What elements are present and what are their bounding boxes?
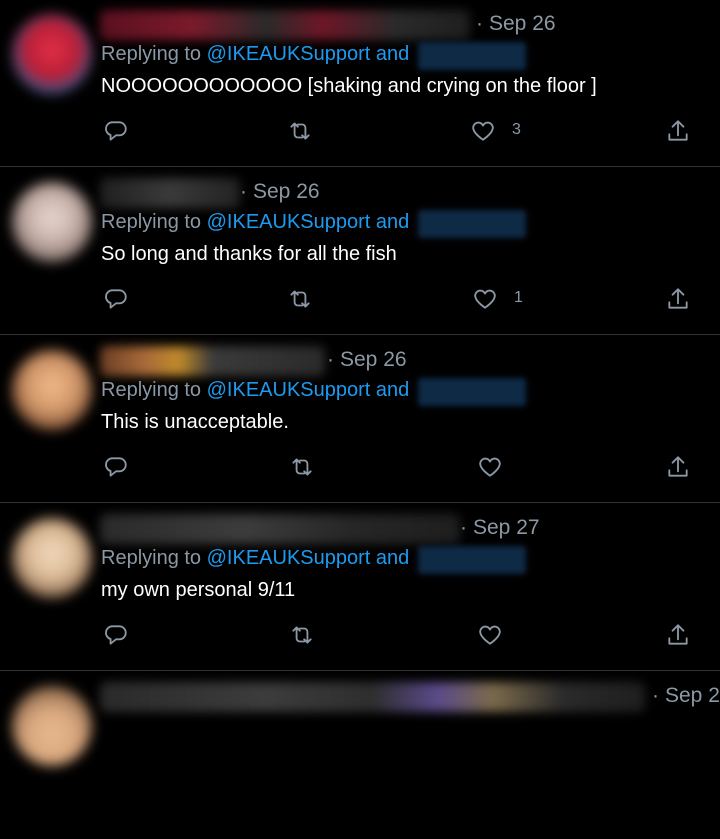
like-count: 1 bbox=[514, 289, 523, 306]
share-button[interactable] bbox=[665, 622, 691, 648]
reply-button[interactable] bbox=[103, 622, 129, 648]
tweet-text: So long and thanks for all the fish bbox=[101, 243, 397, 265]
tweet-text: This is unacceptable. bbox=[101, 411, 289, 433]
mention-link[interactable]: @IKEAUKSupport and bbox=[207, 211, 410, 233]
blurred-username bbox=[100, 10, 470, 40]
blurred-mention bbox=[418, 546, 526, 574]
divider bbox=[0, 334, 720, 335]
retweet-button[interactable] bbox=[287, 118, 313, 144]
tweet-date-text: Sep 27 bbox=[665, 684, 720, 707]
blurred-username bbox=[100, 682, 645, 712]
mention-link[interactable]: @IKEAUKSupport and bbox=[207, 43, 410, 65]
mention-link[interactable]: @IKEAUKSupport and bbox=[207, 379, 410, 401]
heart-icon bbox=[479, 457, 501, 477]
heart-icon bbox=[472, 121, 494, 141]
share-icon bbox=[668, 624, 688, 645]
retweet-icon bbox=[290, 290, 310, 308]
heart-icon bbox=[474, 289, 496, 309]
retweet-button[interactable] bbox=[287, 286, 313, 312]
retweet-button[interactable] bbox=[289, 622, 315, 648]
share-button[interactable] bbox=[665, 454, 691, 480]
retweet-icon bbox=[292, 626, 312, 644]
share-icon bbox=[668, 456, 688, 477]
heart-icon bbox=[479, 625, 501, 645]
like-button[interactable] bbox=[470, 118, 496, 144]
avatar[interactable] bbox=[12, 518, 92, 598]
like-button[interactable] bbox=[477, 622, 503, 648]
replying-prefix: Replying to bbox=[101, 379, 202, 401]
blurred-mention bbox=[418, 378, 526, 406]
tweet-date[interactable]: · Sep 26 bbox=[327, 348, 407, 372]
like-button[interactable] bbox=[477, 454, 503, 480]
share-icon bbox=[668, 288, 688, 309]
blurred-username bbox=[100, 346, 325, 376]
reply-button[interactable] bbox=[103, 286, 129, 312]
share-button[interactable] bbox=[665, 118, 691, 144]
tweet-date[interactable]: ·Sep 27 bbox=[460, 516, 540, 540]
tweet-date-text: Sep 26 bbox=[340, 348, 407, 371]
reply-icon bbox=[105, 121, 127, 141]
reply-icon bbox=[105, 457, 127, 477]
replying-prefix: Replying to bbox=[101, 547, 202, 569]
tweet-date-text: Sep 26 bbox=[253, 180, 320, 203]
retweet-icon bbox=[292, 458, 312, 476]
avatar[interactable] bbox=[12, 350, 92, 430]
blurred-username bbox=[100, 178, 240, 208]
blurred-mention bbox=[418, 210, 526, 238]
blurred-mention bbox=[418, 42, 526, 70]
divider bbox=[0, 166, 720, 167]
replying-to-line: Replying to @IKEAUKSupport and bbox=[101, 547, 409, 570]
divider bbox=[0, 502, 720, 503]
tweet[interactable]: · Sep 26 Replying to @IKEAUKSupport and S… bbox=[0, 168, 720, 335]
tweet-date[interactable]: · Sep 26 bbox=[476, 12, 556, 36]
tweet[interactable]: ·Sep 27 bbox=[0, 672, 720, 839]
replying-to-line: Replying to @IKEAUKSupport and bbox=[101, 379, 409, 402]
like-count: 3 bbox=[512, 121, 521, 138]
share-icon bbox=[668, 120, 688, 141]
reply-button[interactable] bbox=[103, 118, 129, 144]
tweet-date[interactable]: ·Sep 27 bbox=[652, 684, 720, 708]
avatar[interactable] bbox=[12, 182, 92, 262]
replying-to-line: Replying to @IKEAUKSupport and bbox=[101, 211, 409, 234]
tweet-date[interactable]: · Sep 26 bbox=[240, 180, 320, 204]
tweet-text: my own personal 9/11 bbox=[101, 579, 296, 601]
replying-prefix: Replying to bbox=[101, 43, 202, 65]
reply-icon bbox=[105, 625, 127, 645]
share-button[interactable] bbox=[665, 286, 691, 312]
reply-icon bbox=[105, 289, 127, 309]
tweet[interactable]: · Sep 26 Replying to @IKEAUKSupport and T… bbox=[0, 336, 720, 503]
retweet-button[interactable] bbox=[289, 454, 315, 480]
replying-prefix: Replying to bbox=[101, 211, 202, 233]
avatar[interactable] bbox=[12, 14, 92, 94]
retweet-icon bbox=[290, 122, 310, 140]
blurred-username bbox=[100, 514, 460, 544]
avatar[interactable] bbox=[12, 686, 92, 766]
tweet-date-text: Sep 27 bbox=[473, 516, 540, 539]
reply-button[interactable] bbox=[103, 454, 129, 480]
like-button[interactable] bbox=[472, 286, 498, 312]
divider bbox=[0, 670, 720, 671]
tweet-date-text: Sep 26 bbox=[489, 12, 556, 35]
tweet-text: NOOOOOOOOOOOO [shaking and crying on the… bbox=[101, 75, 597, 97]
tweet[interactable]: · Sep 26 Replying to @IKEAUKSupport and N… bbox=[0, 0, 720, 167]
mention-link[interactable]: @IKEAUKSupport and bbox=[207, 547, 410, 569]
replying-to-line: Replying to @IKEAUKSupport and bbox=[101, 43, 409, 66]
tweet[interactable]: · Sep 27 Replying to @IKEAUKSupport and m… bbox=[0, 504, 720, 671]
